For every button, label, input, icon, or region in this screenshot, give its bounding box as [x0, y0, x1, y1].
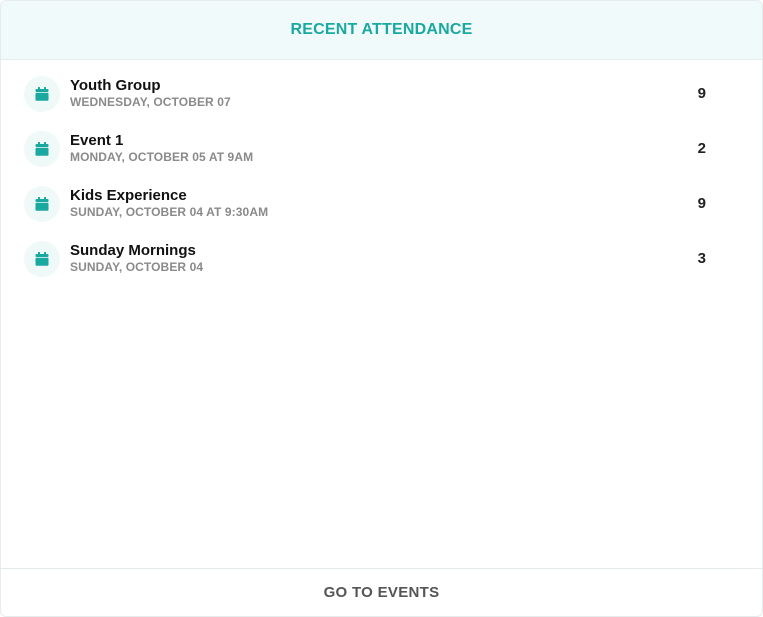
event-name: Youth Group: [70, 77, 161, 94]
event-date: SUNDAY, OCTOBER 04 AT 9:30AM: [70, 205, 269, 219]
event-name: Sunday Mornings: [70, 242, 196, 259]
list-item[interactable]: Event 1 MONDAY, OCTOBER 05 AT 9AM 2: [1, 116, 762, 171]
go-to-events-label: GO TO EVENTS: [323, 583, 440, 601]
event-text: Kids Experience SUNDAY, OCTOBER 04 AT 9:…: [70, 187, 268, 219]
list-item[interactable]: Youth Group WEDNESDAY, OCTOBER 07 9: [1, 61, 762, 116]
event-text: Event 1 MONDAY, OCTOBER 05 AT 9AM: [70, 132, 253, 164]
attendance-count: 3: [697, 250, 706, 267]
card-title: RECENT ATTENDANCE: [290, 20, 473, 38]
event-date: WEDNESDAY, OCTOBER 07: [70, 95, 231, 109]
calendar-icon: [24, 186, 60, 222]
attendance-count: 9: [697, 85, 706, 102]
event-date: MONDAY, OCTOBER 05 AT 9AM: [70, 150, 254, 164]
recent-attendance-card: RECENT ATTENDANCE Youth Group WEDNESDAY,…: [0, 0, 763, 617]
event-name: Event 1: [70, 132, 124, 149]
attendance-count: 9: [697, 195, 706, 212]
attendance-count: 2: [697, 140, 706, 157]
list-item[interactable]: Sunday Mornings SUNDAY, OCTOBER 04 3: [1, 226, 762, 281]
event-name: Kids Experience: [70, 187, 187, 204]
attendance-list: Youth Group WEDNESDAY, OCTOBER 07 9 Even…: [1, 61, 762, 281]
event-text: Youth Group WEDNESDAY, OCTOBER 07: [70, 77, 231, 109]
calendar-icon: [24, 241, 60, 277]
calendar-icon: [24, 131, 60, 167]
event-text: Sunday Mornings SUNDAY, OCTOBER 04: [70, 242, 203, 274]
go-to-events-button[interactable]: GO TO EVENTS: [1, 568, 762, 616]
event-date: SUNDAY, OCTOBER 04: [70, 260, 204, 274]
list-item[interactable]: Kids Experience SUNDAY, OCTOBER 04 AT 9:…: [1, 171, 762, 226]
card-header: RECENT ATTENDANCE: [1, 1, 762, 60]
calendar-icon: [24, 76, 60, 112]
